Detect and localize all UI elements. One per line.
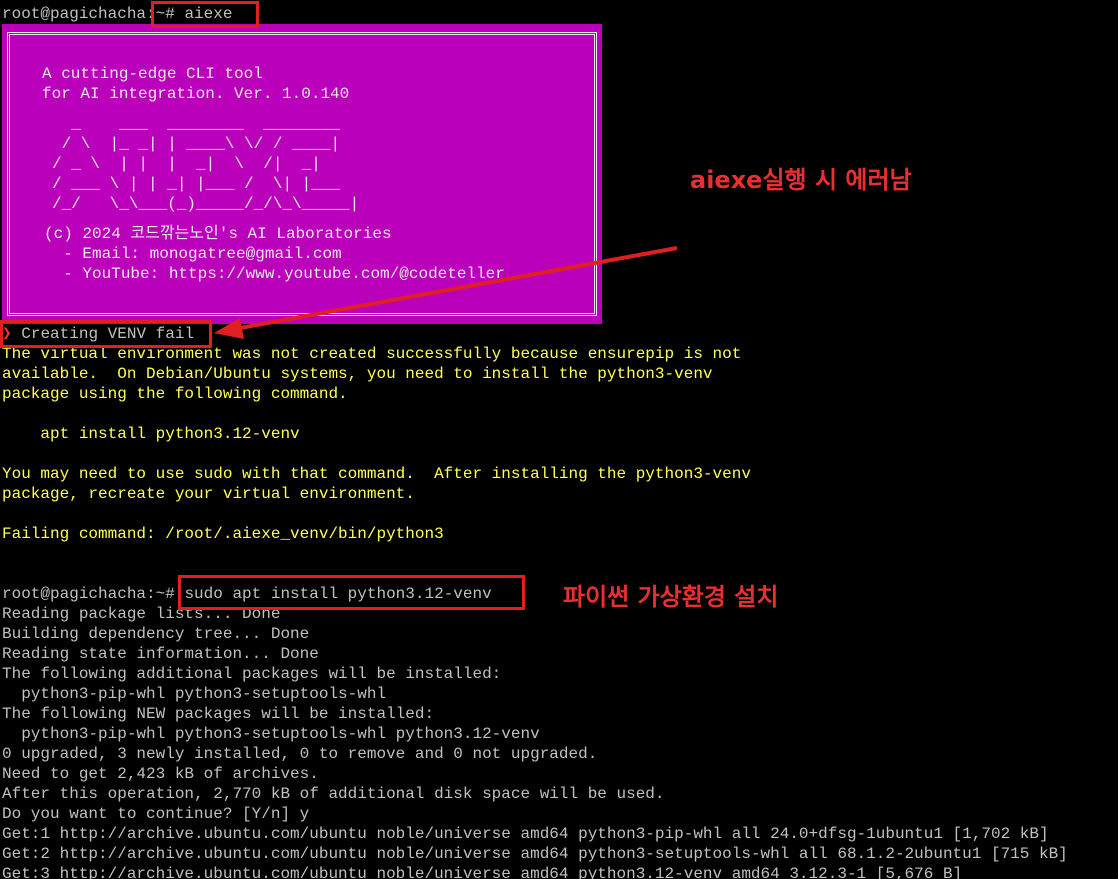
banner-ascii-line: / ___ \ | | _| |___ / \| |___: [52, 175, 341, 193]
aiexe-banner: A cutting-edge CLI tool for AI integrati…: [2, 24, 602, 324]
annotation-error-note: aiexe실행 시 에러남: [690, 166, 912, 194]
annotation-install-note: 파이썬 가상환경 설치: [563, 583, 779, 611]
banner-tagline-2: for AI integration. Ver. 1.0.140: [42, 85, 350, 103]
banner-ascii-line: / _ \ | | | _| \ /| _|: [52, 155, 321, 173]
apt-output-line: 0 upgraded, 3 newly installed, 0 to remo…: [2, 745, 598, 763]
apt-output-line: Reading state information... Done: [2, 645, 319, 663]
error-message-line: available. On Debian/Ubuntu systems, you…: [2, 365, 713, 383]
apt-output-line: python3-pip-whl python3-setuptools-whl: [2, 685, 387, 703]
error-message-line: package, recreate your virtual environme…: [2, 485, 415, 503]
apt-output-line: Do you want to continue? [Y/n] y: [2, 805, 310, 823]
prompt-host: root@pagichacha: [2, 585, 147, 603]
banner-copyright: (c) 2024 코드깎는노인's AI Laboratories: [44, 225, 392, 243]
terminal-window[interactable]: root@pagichacha:~# aiexe A cutting-edge …: [0, 0, 1118, 879]
apt-output-line: The following additional packages will b…: [2, 665, 502, 683]
banner-youtube: - YouTube: https://www.youtube.com/@code…: [44, 265, 505, 283]
apt-output-line: Get:2 http://archive.ubuntu.com/ubuntu n…: [2, 845, 1068, 863]
error-message-line: package using the following command.: [2, 385, 348, 403]
banner-ascii-line: / \ |_ _| | ____\ \/ / ____|: [52, 135, 341, 153]
apt-output-line: Get:3 http://archive.ubuntu.com/ubuntu n…: [2, 865, 963, 879]
apt-output-line: After this operation, 2,770 kB of additi…: [2, 785, 665, 803]
prompt-host: root@pagichacha: [2, 5, 147, 23]
error-message-line: apt install python3.12-venv: [2, 425, 300, 443]
apt-output-line: Building dependency tree... Done: [2, 625, 310, 643]
highlight-box-aiexe-command: [151, 1, 259, 28]
highlight-box-apt-command: [178, 575, 525, 610]
apt-output-line: python3-pip-whl python3-setuptools-whl p…: [2, 725, 540, 743]
error-message-line: You may need to use sudo with that comma…: [2, 465, 751, 483]
apt-output-line: The following NEW packages will be insta…: [2, 705, 435, 723]
banner-email: - Email: monogatree@gmail.com: [44, 245, 342, 263]
highlight-box-venv-fail: [0, 320, 212, 348]
banner-ascii-line: /_/ \_\___(_)_____/_/\_\_____|: [52, 195, 360, 213]
error-message-line: Failing command: /root/.aiexe_venv/bin/p…: [2, 525, 444, 543]
banner-tagline-1: A cutting-edge CLI tool: [42, 65, 263, 83]
apt-output-line: Get:1 http://archive.ubuntu.com/ubuntu n…: [2, 825, 1049, 843]
banner-ascii-line: _ ___ ________ ________: [52, 115, 341, 133]
apt-output-line: Need to get 2,423 kB of archives.: [2, 765, 319, 783]
